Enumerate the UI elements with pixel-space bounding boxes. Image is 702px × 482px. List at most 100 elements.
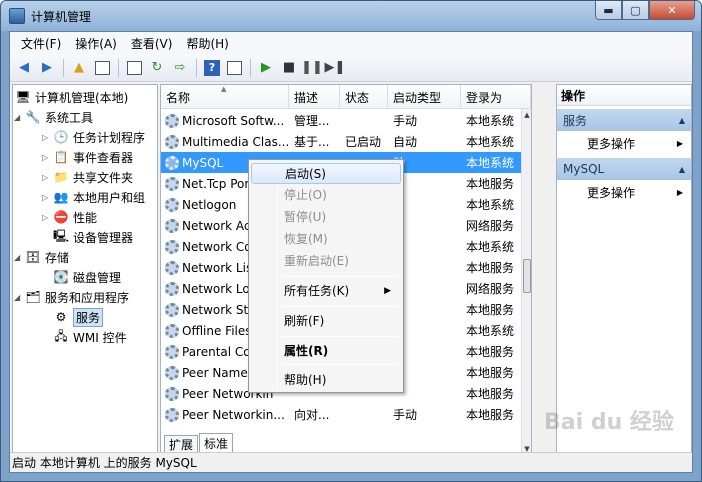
tree-shared-folders[interactable]: ▷ 📁 共享文件夹: [39, 167, 133, 187]
pause-service-icon[interactable]: ❚❚: [301, 57, 323, 79]
collapse-up-icon[interactable]: ▲: [679, 116, 685, 125]
tree-device-manager[interactable]: 🖳 设备管理器: [39, 227, 133, 247]
storage-icon: 🗄: [25, 250, 41, 264]
title-bar[interactable]: 计算机管理 ▬ ▢ ✕: [1, 1, 701, 31]
cell-logon: 本地服务: [461, 257, 521, 278]
scroll-thumb[interactable]: [523, 259, 531, 293]
expand-arrow-icon[interactable]: ▷: [42, 213, 48, 222]
gear-icon: [165, 323, 179, 338]
table-row[interactable]: Multimedia Clas... 基于... 已启动 自动 本地系统: [161, 131, 521, 152]
cell-logon: 本地服务: [461, 362, 521, 383]
menu-restart[interactable]: 重新启动(E): [251, 250, 401, 271]
collapse-arrow-icon[interactable]: ◢: [14, 113, 20, 122]
tab-standard[interactable]: 标准: [199, 433, 234, 452]
gear-icon: [165, 260, 179, 275]
cell-text: 网络服务: [466, 282, 515, 296]
cell-startup: 手动: [388, 110, 461, 131]
export-list-icon[interactable]: ⇨: [169, 57, 191, 79]
column-logon[interactable]: 登录为: [461, 85, 531, 109]
column-desc[interactable]: 描述: [289, 85, 340, 109]
scroll-up-icon[interactable]: ▲: [522, 109, 531, 121]
menu-separator: [281, 336, 399, 337]
menu-properties[interactable]: 属性(R): [251, 340, 401, 361]
menu-pause[interactable]: 暂停(U): [251, 206, 401, 227]
window-controls: ▬ ▢ ✕: [595, 1, 695, 20]
expand-arrow-icon[interactable]: ▷: [42, 153, 48, 162]
cell-text: 本地服务: [466, 177, 515, 191]
vertical-scrollbar[interactable]: ▲ ▼: [521, 109, 531, 455]
cell-text: 本地系统: [466, 156, 515, 170]
status-bar: 启动 本地计算机 上的服务 MySQL: [10, 452, 692, 472]
more-actions-services[interactable]: 更多操作 ▶: [557, 131, 691, 155]
tree-services-apps[interactable]: ◢ 🗂 服务和应用程序: [14, 287, 129, 307]
menu-view[interactable]: 查看(V): [124, 35, 180, 52]
toolbar: ◀ ▶ ▲ ↻ ⇨ ? ▶ ■ ❚❚ ▶❚: [10, 54, 692, 82]
restart-service-icon[interactable]: ▶❚: [324, 57, 346, 79]
maximize-button[interactable]: ▢: [622, 1, 649, 20]
menu-all-tasks[interactable]: 所有任务(K) ▶: [251, 280, 401, 301]
menu-start[interactable]: 启动(S): [251, 163, 401, 184]
tree-task-scheduler[interactable]: ▷ 🕒 任务计划程序: [39, 127, 145, 147]
up-folder-icon[interactable]: ▲: [68, 57, 90, 79]
menu-action[interactable]: 操作(A): [68, 35, 124, 52]
expand-arrow-icon[interactable]: ▷: [42, 133, 48, 142]
close-button[interactable]: ✕: [649, 1, 695, 20]
menu-file[interactable]: 文件(F): [14, 35, 68, 52]
cell-logon: 本地系统: [461, 194, 521, 215]
cell-text: Parental Co: [182, 344, 251, 359]
column-startup[interactable]: 启动类型: [388, 85, 461, 109]
start-service-icon[interactable]: ▶: [255, 57, 277, 79]
tree-system-tools[interactable]: ◢ 🔧 系统工具: [14, 107, 93, 127]
tree-wmi[interactable]: 🖧 WMI 控件: [39, 327, 126, 347]
cell-desc: 管理...: [289, 110, 340, 131]
gear-icon: [165, 302, 179, 317]
collapse-arrow-icon[interactable]: ◢: [14, 293, 20, 302]
table-row[interactable]: Peer Networkin... 向对... 手动 本地服务: [161, 404, 521, 425]
cell-logon: 本地服务: [461, 173, 521, 194]
cell-text: 本地服务: [466, 387, 515, 401]
menu-help[interactable]: 帮助(H): [179, 35, 235, 52]
actions-section-mysql[interactable]: MySQL ▲: [557, 158, 691, 180]
tree-event-viewer[interactable]: ▷ 📋 事件查看器: [39, 147, 133, 167]
collapse-arrow-icon[interactable]: ◢: [14, 253, 20, 262]
minimize-button[interactable]: ▬: [595, 1, 622, 20]
tree-local-users[interactable]: ▷ 👥 本地用户和组: [39, 187, 145, 207]
forward-arrow-icon[interactable]: ▶: [36, 57, 58, 79]
back-arrow-icon[interactable]: ◀: [13, 57, 35, 79]
more-actions-mysql[interactable]: 更多操作 ▶: [557, 180, 691, 204]
refresh-icon[interactable]: ↻: [146, 57, 168, 79]
cell-text: 本地服务: [466, 303, 515, 317]
action-pane-icon[interactable]: [223, 57, 245, 79]
tree-root[interactable]: 🖥 计算机管理(本地): [15, 87, 128, 107]
expand-arrow-icon[interactable]: ▷: [42, 193, 48, 202]
help-icon[interactable]: ?: [204, 59, 220, 76]
cell-startup: 手动: [388, 404, 461, 425]
cell-text: 网络服务: [466, 219, 515, 233]
tab-extended[interactable]: 扩展: [164, 435, 199, 452]
view-tabs: 扩展 标准: [160, 432, 530, 452]
table-row[interactable]: Microsoft Softw... 管理... 手动 本地系统: [161, 110, 521, 131]
collapse-up-icon[interactable]: ▲: [679, 165, 685, 174]
menu-help-item[interactable]: 帮助(H): [251, 369, 401, 390]
actions-section-services[interactable]: 服务 ▲: [557, 109, 691, 131]
menu-resume[interactable]: 恢复(M): [251, 228, 401, 249]
tree-storage[interactable]: ◢ 🗄 存储: [14, 247, 69, 267]
stop-service-icon[interactable]: ■: [278, 57, 300, 79]
cell-logon: 本地服务: [461, 383, 521, 404]
column-name[interactable]: 名称 ▲: [161, 85, 289, 109]
menu-stop[interactable]: 停止(O): [251, 184, 401, 205]
tree-services[interactable]: ⚙ 服务: [39, 307, 104, 327]
tree-performance[interactable]: ▷ ⛔ 性能: [39, 207, 97, 227]
show-tree-icon[interactable]: [91, 57, 113, 79]
context-menu: 启动(S) 停止(O) 暂停(U) 恢复(M) 重新启动(E) 所有任务(K) ▶…: [248, 159, 404, 393]
properties-icon[interactable]: [123, 57, 145, 79]
sort-arrow-icon: ▲: [221, 85, 227, 93]
cell-logon: 本地服务: [461, 404, 521, 425]
menu-refresh[interactable]: 刷新(F): [251, 310, 401, 331]
expand-arrow-icon[interactable]: ▷: [42, 173, 48, 182]
column-status[interactable]: 状态: [340, 85, 388, 109]
gear-icon: ⚙: [55, 310, 67, 324]
gear-icon: [165, 281, 179, 296]
cell-desc: 向对...: [289, 404, 340, 425]
tree-disk-management[interactable]: 💽 磁盘管理: [39, 267, 122, 287]
